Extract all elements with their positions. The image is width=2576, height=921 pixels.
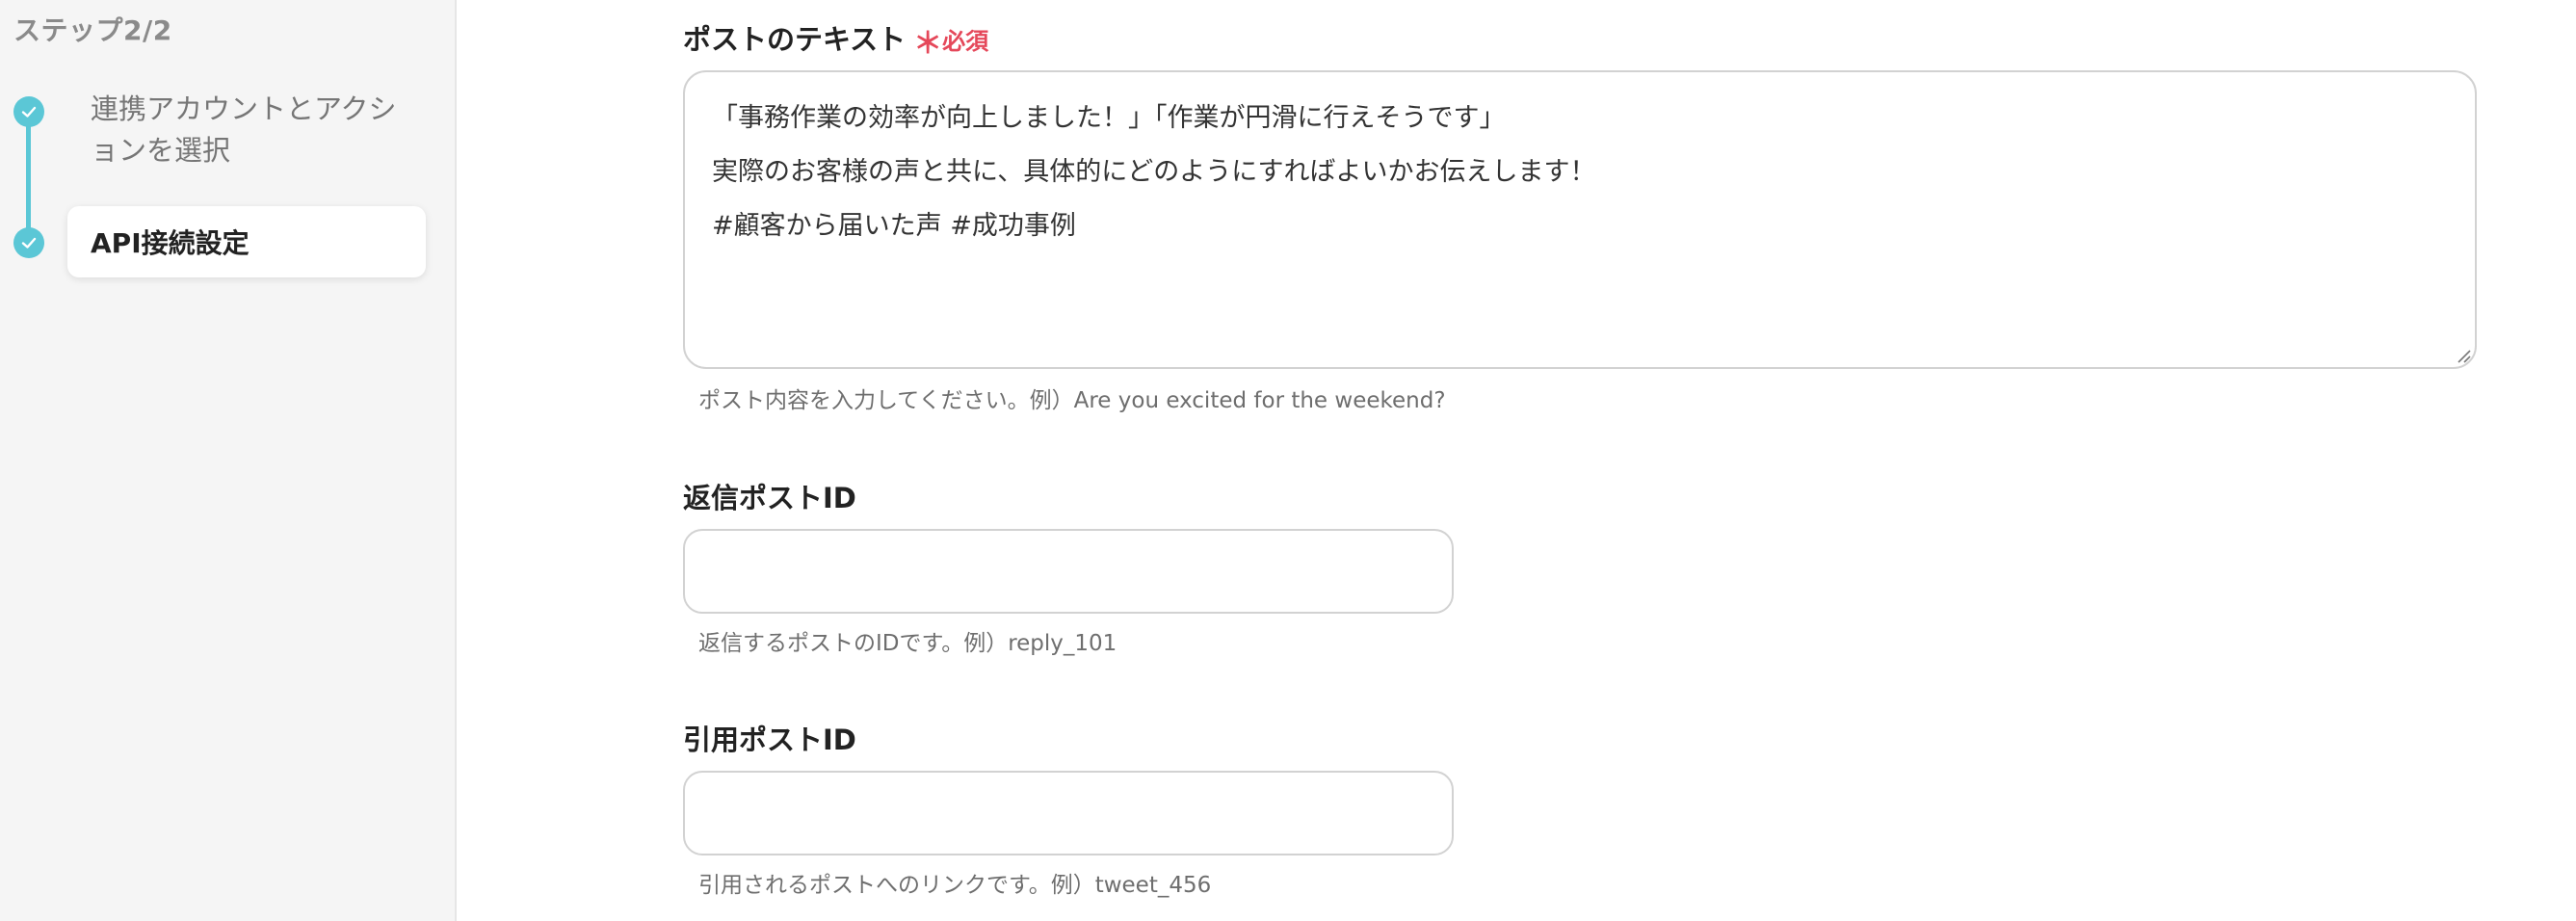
post-text-textarea[interactable]: 「事務作業の効率が向上しました！」「作業が円滑に行えそうです」 実際のお客様の声… <box>683 70 2477 369</box>
step-count: ステップ2/2 <box>13 14 172 46</box>
reply-post-id-label: 返信ポストID <box>683 482 856 514</box>
page: ステップ2/2 連携アカウントとアクションを選択 API接続設定 ポストのテキス… <box>0 0 2576 921</box>
quote-post-id-hint: 引用されるポストへのリンクです。例）tweet_456 <box>698 873 1212 898</box>
step-1-check-icon <box>13 96 44 127</box>
step-2-label: API接続設定 <box>91 227 250 259</box>
quote-post-id-label: 引用ポストID <box>683 724 856 756</box>
quote-post-id-input[interactable] <box>683 771 1454 855</box>
post-text-hint: ポスト内容を入力してください。例）Are you excited for the… <box>698 388 1446 413</box>
post-text-line: #顧客から届いた声 #成功事例 <box>712 211 1076 241</box>
step-2-check-icon <box>13 227 44 258</box>
post-text-line: 「事務作業の効率が向上しました！」「作業が円滑に行えそうです」 <box>712 103 1506 133</box>
step-progress-line <box>26 114 31 243</box>
post-text-label-text: ポストのテキスト <box>683 23 907 56</box>
reply-post-id-input[interactable] <box>683 529 1454 614</box>
required-text: 必須 <box>942 28 989 55</box>
resize-handle-icon[interactable] <box>2456 348 2471 363</box>
required-badge: ＊必須 <box>913 27 989 61</box>
step-1-label[interactable]: 連携アカウントとアクションを選択 <box>91 89 408 171</box>
required-star-icon: ＊ <box>913 27 943 61</box>
post-text-line: 実際のお客様の声と共に、具体的にどのようにすればよいかお伝えします！ <box>712 157 1596 187</box>
reply-post-id-hint: 返信するポストのIDです。例）reply_101 <box>698 631 1117 656</box>
post-text-label: ポストのテキスト ＊必須 <box>683 17 988 62</box>
step-2-current-card[interactable]: API接続設定 <box>67 206 426 277</box>
sidebar: ステップ2/2 連携アカウントとアクションを選択 API接続設定 <box>0 0 457 921</box>
